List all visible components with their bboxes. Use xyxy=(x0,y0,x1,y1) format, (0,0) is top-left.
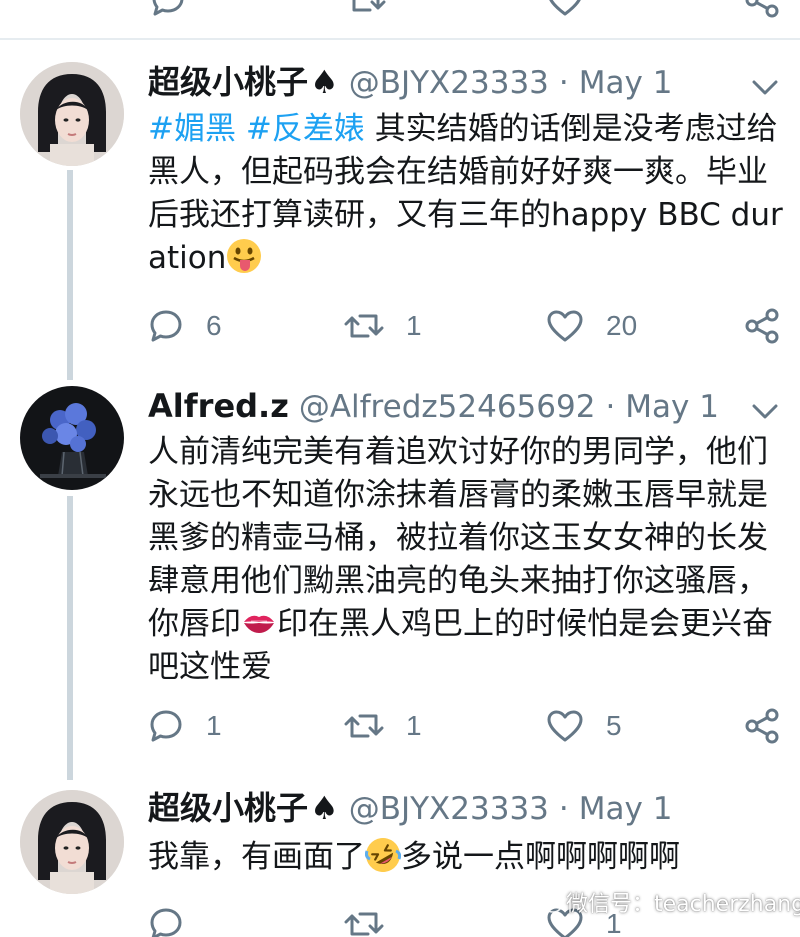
tweet-header: 超级小桃子♠ @BJYX23333 · May 1 xyxy=(148,788,672,829)
kiss-mark-icon xyxy=(244,615,274,633)
like-count: 5 xyxy=(606,710,622,741)
retweet-icon[interactable] xyxy=(346,0,386,18)
like-icon xyxy=(547,710,583,742)
like-button[interactable]: 20 xyxy=(546,304,637,348)
share-icon[interactable] xyxy=(744,0,780,18)
retweet-button[interactable] xyxy=(344,902,406,937)
avatar[interactable] xyxy=(20,790,124,894)
rolling-on-floor-laughing-icon xyxy=(365,838,401,872)
reply-count: 6 xyxy=(206,310,222,341)
like-icon xyxy=(547,310,583,342)
tweet-header: Alfred.z @Alfredz52465692 · May 1 xyxy=(148,386,719,427)
tweet-date[interactable]: May 1 xyxy=(625,389,719,425)
tweet-body-text: 多说一点啊啊啊啊啊 xyxy=(401,839,680,875)
reply-icon xyxy=(150,710,182,742)
tweet-text: 人前清纯完美有着追欢讨好你的男同学，他们永远也不知道你涂抹着唇膏的柔嫩玉唇早就是… xyxy=(148,431,788,689)
tweet-date[interactable]: May 1 xyxy=(579,791,673,827)
reply-icon xyxy=(150,310,182,342)
chevron-down-icon[interactable] xyxy=(752,404,778,420)
share-icon xyxy=(745,308,779,344)
retweet-count: 1 xyxy=(406,310,422,341)
tongue-out-face-icon xyxy=(227,239,262,273)
thread-line xyxy=(67,496,73,780)
watermark-text: 微信号：teacherzhangfu xyxy=(566,892,800,917)
tweet-actions: 6 1 20 xyxy=(148,304,788,348)
like-icon[interactable] xyxy=(546,0,584,18)
tweet-text: #媚黑 #反差婊 其实结婚的话倒是没考虑过给黑人，但起码我会在结婚前好好爽一爽。… xyxy=(148,108,788,280)
tweet-actions: 1 1 5 xyxy=(148,704,788,748)
previous-tweet-actions xyxy=(0,0,800,18)
display-name[interactable]: Alfred.z xyxy=(148,387,289,425)
separator-dot: · xyxy=(558,65,569,101)
wechat-icon xyxy=(536,894,562,913)
hashtag[interactable]: #媚黑 xyxy=(148,111,236,147)
watermark: 微信号：teacherzhangfu xyxy=(536,886,800,918)
reply-button[interactable]: 6 xyxy=(148,304,222,348)
retweet-icon xyxy=(344,912,384,936)
spade-icon: ♠ xyxy=(310,63,339,101)
tweet-body-text: 我靠，有画面了 xyxy=(148,839,365,875)
like-button[interactable]: 5 xyxy=(546,704,622,748)
tweet-date[interactable]: May 1 xyxy=(579,65,673,101)
reply-count: 1 xyxy=(206,710,222,741)
avatar[interactable] xyxy=(20,386,124,490)
tweet-header: 超级小桃子♠ @BJYX23333 · May 1 xyxy=(148,62,672,103)
tweet-1[interactable]: 超级小桃子♠ @BJYX23333 · May 1 #媚黑 #反差婊 其实结婚的话倒是… xyxy=(0,40,800,380)
reply-icon xyxy=(150,908,182,937)
retweet-count: 1 xyxy=(406,710,422,741)
tweet-2[interactable]: Alfred.z @Alfredz52465692 · May 1 人前清纯完美有着追… xyxy=(0,366,800,780)
share-button[interactable] xyxy=(744,304,780,348)
retweet-button[interactable]: 1 xyxy=(344,304,422,348)
retweet-button[interactable]: 1 xyxy=(344,704,422,748)
separator-dot: · xyxy=(605,389,616,425)
display-name[interactable]: 超级小桃子 xyxy=(148,789,308,827)
avatar[interactable] xyxy=(20,62,124,166)
reply-button[interactable]: 1 xyxy=(148,704,222,748)
separator-dot: · xyxy=(558,791,569,827)
reply-icon[interactable] xyxy=(150,0,186,18)
like-count: 20 xyxy=(606,310,638,341)
spade-icon: ♠ xyxy=(310,789,339,827)
reply-button[interactable] xyxy=(148,902,206,937)
display-name[interactable]: 超级小桃子 xyxy=(148,63,308,101)
tweet-text: 我靠，有画面了 多说一点啊啊啊啊啊 xyxy=(148,836,788,879)
retweet-icon xyxy=(344,314,384,338)
user-handle[interactable]: @BJYX23333 xyxy=(349,65,549,101)
share-button[interactable] xyxy=(744,704,780,748)
share-icon xyxy=(745,708,779,744)
retweet-icon xyxy=(344,714,384,738)
hashtag[interactable]: #反差婊 xyxy=(246,111,365,147)
user-handle[interactable]: @Alfredz52465692 xyxy=(299,389,596,425)
user-handle[interactable]: @BJYX23333 xyxy=(349,791,549,827)
chevron-down-icon[interactable] xyxy=(752,80,778,96)
thread-line xyxy=(67,170,73,380)
